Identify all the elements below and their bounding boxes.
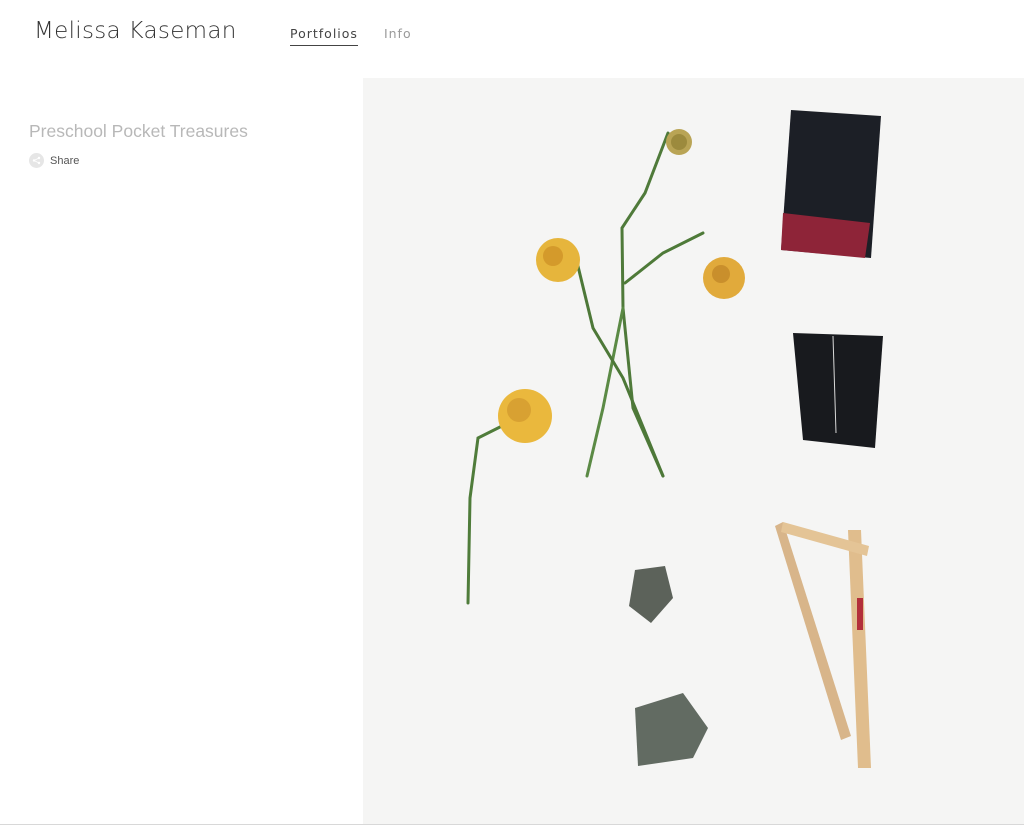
share-label: Share [50,154,80,167]
project-sidebar: Preschool Pocket Treasures Share [29,121,349,168]
portfolio-image[interactable] [363,78,1024,824]
nav-portfolios[interactable]: Portfolios [290,26,358,46]
site-header: Melissa Kaseman Portfolios Info [0,0,1024,70]
footer-divider [0,824,1024,825]
treasures-photo [363,78,1024,824]
share-button[interactable]: Share [29,153,349,168]
site-title-link[interactable]: Melissa Kaseman [34,18,237,44]
share-icon [29,153,44,168]
project-title: Preschool Pocket Treasures [29,121,248,141]
page: Melissa Kaseman Portfolios Info Preschoo… [0,0,1024,829]
nav-info[interactable]: Info [384,26,412,46]
main-nav: Portfolios Info [290,26,412,46]
